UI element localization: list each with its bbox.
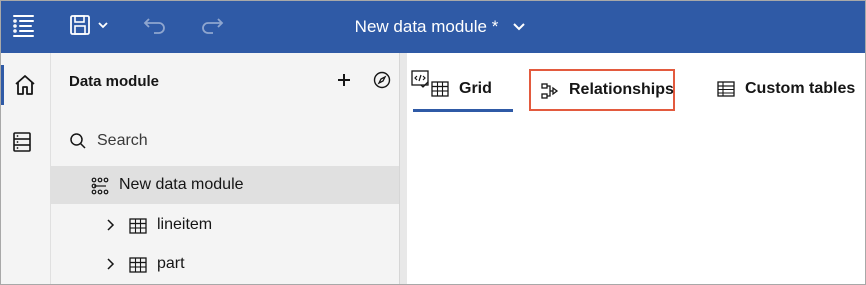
search-input[interactable] (97, 127, 377, 155)
view-tabs: Grid Relationships Custom tables (407, 53, 865, 113)
relationships-icon (541, 83, 559, 99)
tree-item-lineitem[interactable]: lineitem (51, 207, 399, 243)
app-window: New data module * Data module Search New… (0, 0, 866, 285)
custom-tables-icon (717, 81, 735, 97)
tree-item-label: part (157, 255, 185, 272)
home-icon (15, 75, 35, 95)
tab-label: Relationships (569, 81, 674, 98)
tab-label: Custom tables (745, 80, 856, 97)
tab-grid[interactable]: Grid (413, 70, 513, 112)
data-source-icon[interactable] (11, 131, 33, 153)
app-header: New data module * (1, 1, 865, 53)
search-icon (70, 133, 86, 149)
tree-item-label: lineitem (157, 216, 213, 233)
tab-label: Grid (459, 80, 492, 97)
tree-item-label: New data module (119, 176, 244, 193)
chevron-right-icon[interactable] (105, 218, 117, 232)
tree-item-part[interactable]: part (51, 246, 399, 282)
table-icon (129, 257, 147, 273)
tab-custom-tables[interactable]: Custom tables (707, 70, 865, 112)
grid-icon (431, 81, 449, 97)
module-title: New data module * (354, 17, 499, 36)
table-icon (129, 218, 147, 234)
tree-item-new-data-module[interactable]: New data module (51, 166, 399, 204)
rail-item-home[interactable] (1, 65, 51, 105)
grid-content-area (407, 113, 865, 284)
chevron-down-icon (513, 23, 526, 31)
left-rail (1, 53, 51, 284)
data-module-panel: Data module Search New data module linei… (51, 53, 429, 284)
compass-icon[interactable] (373, 71, 391, 89)
add-icon[interactable] (335, 71, 353, 89)
chevron-right-icon[interactable] (105, 257, 117, 271)
tab-relationships[interactable]: Relationships (529, 69, 675, 111)
data-module-icon (91, 177, 109, 195)
panel-title: Data module (69, 73, 160, 90)
search-box (51, 121, 399, 161)
module-title-menu[interactable]: New data module * (355, 17, 527, 37)
panel-resize-handle[interactable] (399, 53, 407, 284)
